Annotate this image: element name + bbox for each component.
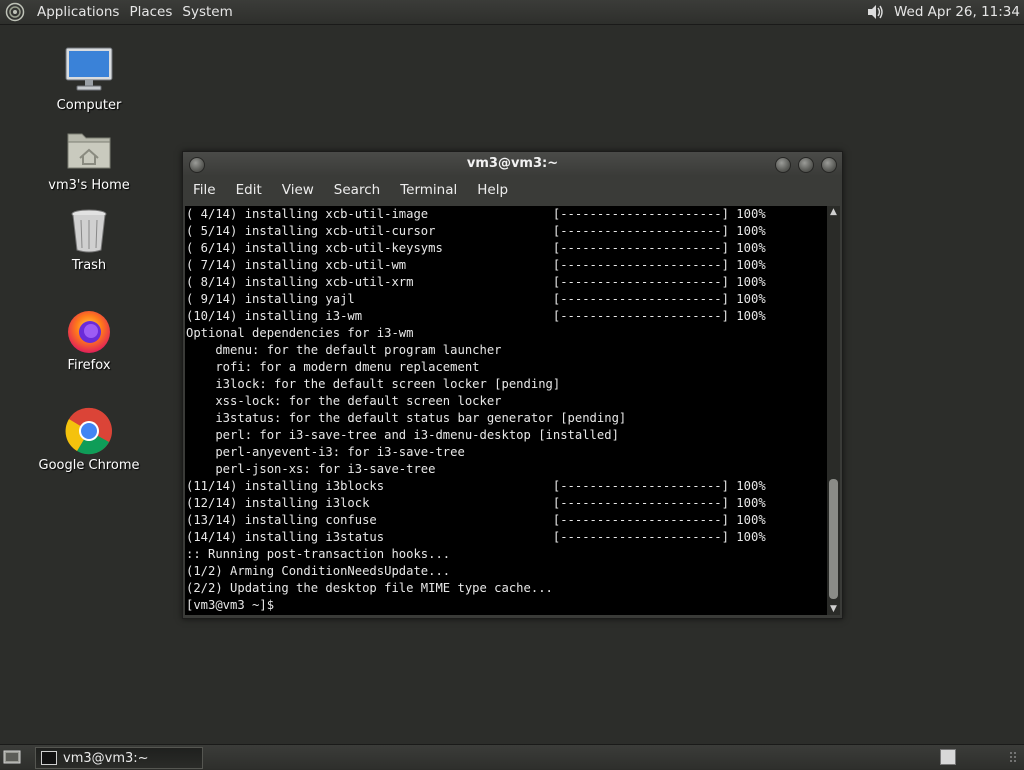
menu-terminal[interactable]: Terminal [390, 182, 467, 198]
terminal-icon [41, 751, 57, 765]
menu-view[interactable]: View [272, 182, 324, 198]
terminal-menubar: File Edit View Search Terminal Help [183, 176, 842, 204]
menu-search[interactable]: Search [324, 182, 390, 198]
chrome-icon [64, 406, 114, 456]
window-title: vm3@vm3:~ [466, 156, 559, 171]
terminal-line: dmenu: for the default program launcher [186, 343, 502, 357]
panel-clock[interactable]: Wed Apr 26, 11:34 [886, 4, 1024, 20]
terminal-line: perl-json-xs: for i3-save-tree [186, 462, 436, 476]
trash-icon [64, 206, 114, 256]
system-menu[interactable]: System [177, 0, 237, 24]
terminal-line: (11/14) installing i3blocks [-----------… [186, 479, 766, 493]
desktop-icon-trash[interactable]: Trash [34, 206, 144, 274]
terminal-line: xss-lock: for the default screen locker [186, 394, 502, 408]
show-desktop-icon[interactable] [3, 748, 21, 766]
close-button[interactable] [821, 157, 837, 173]
desktop-icon-label: vm3's Home [48, 178, 130, 193]
scroll-up-arrow-icon[interactable]: ▲ [827, 206, 840, 218]
taskbar-item-label: vm3@vm3:~ [63, 750, 149, 766]
bottom-panel: vm3@vm3:~ [0, 744, 1024, 769]
desktop-icon-home[interactable]: vm3's Home [34, 126, 144, 194]
terminal-line: (14/14) installing i3status [-----------… [186, 530, 766, 544]
top-panel: Applications Places System Wed Apr 26, 1… [0, 0, 1024, 25]
terminal-line: rofi: for a modern dmenu replacement [186, 360, 480, 374]
desktop-icon-computer[interactable]: Computer [34, 46, 144, 114]
panel-grip-icon [1008, 748, 1018, 766]
window-titlebar[interactable]: vm3@vm3:~ [183, 152, 842, 176]
terminal-line: ( 9/14) installing yajl [---------------… [186, 292, 766, 306]
terminal-line: ( 5/14) installing xcb-util-cursor [----… [186, 224, 766, 238]
applications-menu[interactable]: Applications [32, 0, 124, 24]
window-menu-button[interactable] [189, 157, 205, 173]
terminal-line: ( 8/14) installing xcb-util-xrm [-------… [186, 275, 766, 289]
terminal-line: perl-anyevent-i3: for i3-save-tree [186, 445, 465, 459]
taskbar-item-terminal[interactable]: vm3@vm3:~ [35, 747, 203, 769]
terminal-line: (13/14) installing confuse [------------… [186, 513, 766, 527]
menu-help[interactable]: Help [467, 182, 518, 198]
workspace-switcher[interactable] [940, 749, 956, 765]
terminal-line: perl: for i3-save-tree and i3-dmenu-desk… [186, 428, 619, 442]
places-menu[interactable]: Places [124, 0, 177, 24]
desktop-icon-label: Computer [56, 98, 122, 113]
desktop-icon-label: Firefox [67, 358, 111, 373]
computer-icon [64, 46, 114, 96]
desktop-icon-label: Google Chrome [38, 458, 140, 473]
desktop-icon-chrome[interactable]: Google Chrome [34, 406, 144, 474]
menu-edit[interactable]: Edit [226, 182, 272, 198]
terminal-window: vm3@vm3:~ File Edit View Search Terminal… [182, 151, 843, 619]
maximize-button[interactable] [798, 157, 814, 173]
menu-file[interactable]: File [183, 182, 226, 198]
main-menu-logo-icon[interactable] [4, 1, 26, 23]
terminal-line: i3status: for the default status bar gen… [186, 411, 627, 425]
terminal-output[interactable]: ( 4/14) installing xcb-util-image [-----… [185, 206, 827, 615]
terminal-line: (1/2) Arming ConditionNeedsUpdate... [186, 564, 451, 578]
desktop-icon-firefox[interactable]: Firefox [34, 306, 144, 374]
home-folder-icon [64, 126, 114, 176]
desktop-icon-label: Trash [71, 258, 107, 273]
terminal-line: ( 7/14) installing xcb-util-wm [--------… [186, 258, 766, 272]
terminal-line: ( 4/14) installing xcb-util-image [-----… [186, 207, 766, 221]
scroll-down-arrow-icon[interactable]: ▼ [827, 603, 840, 615]
firefox-icon [64, 306, 114, 356]
minimize-button[interactable] [775, 157, 791, 173]
terminal-line: :: Running post-transaction hooks... [186, 547, 451, 561]
speaker-icon[interactable] [864, 1, 886, 23]
scrollbar-thumb[interactable] [829, 479, 838, 599]
terminal-line: (2/2) Updating the desktop file MIME typ… [186, 581, 553, 595]
terminal-line: ( 6/14) installing xcb-util-keysyms [---… [186, 241, 766, 255]
terminal-line: (10/14) installing i3-wm [--------------… [186, 309, 766, 323]
terminal-line: (12/14) installing i3lock [-------------… [186, 496, 766, 510]
terminal-line: Optional dependencies for i3-wm [186, 326, 414, 340]
terminal-line: i3lock: for the default screen locker [p… [186, 377, 561, 391]
terminal-line: [vm3@vm3 ~]$ [186, 598, 282, 612]
terminal-scrollbar[interactable]: ▲ ▼ [827, 206, 840, 615]
